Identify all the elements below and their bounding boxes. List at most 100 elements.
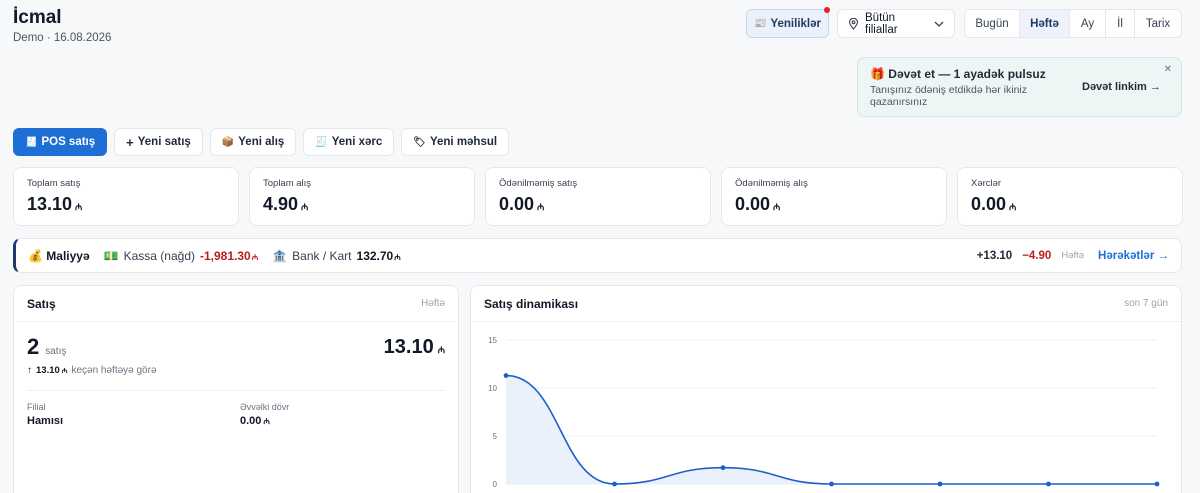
bank-value-number: 132.70 <box>356 248 394 263</box>
transactions-link[interactable]: Hərəkətlər → <box>1098 250 1169 262</box>
stat-value: 4.90 ₼ <box>263 194 461 215</box>
new-expense-button[interactable]: 🧾 Yeni xərc <box>303 128 395 156</box>
stat-total-sales[interactable]: Toplam satış 13.10 ₼ <box>13 167 239 226</box>
tab-today[interactable]: Bugün <box>965 10 1020 37</box>
currency-sign: ₼ <box>61 368 68 375</box>
stat-label: Ödənilməmiş satış <box>499 178 578 189</box>
tab-week[interactable]: Həftə <box>1020 10 1070 37</box>
branch-select-label: Bütün filiallar <box>865 11 898 36</box>
cash-value: -1,981.30₼ <box>200 249 258 263</box>
branch-select[interactable]: Bütün filiallar <box>837 9 955 38</box>
stat-value-number: 4.90 <box>263 194 299 214</box>
close-icon[interactable]: ✕ <box>1164 64 1172 75</box>
tab-month[interactable]: Ay <box>1070 10 1106 37</box>
sales-previous-period: Əvvəlki dövr 0.00 ₼ <box>240 402 289 427</box>
plus-icon: + <box>126 134 134 150</box>
period-tabs: Bugün Həftə Ay İl Tarix <box>964 9 1182 38</box>
receipt-icon: 🧾 <box>25 136 38 148</box>
news-button[interactable]: 📰 Yeniliklər <box>746 7 830 38</box>
stat-unpaid-purchases[interactable]: Ödənilməmiş alış 0.00 ₼ <box>721 167 947 226</box>
bank-icon: 🏦 <box>272 248 288 263</box>
branch-label: Filial <box>27 402 46 412</box>
page-header: İcmal Demo · 16.08.2026 <box>13 7 111 44</box>
stat-expenses[interactable]: Xərclər 0.00 ₼ <box>957 167 1183 226</box>
stat-value: 13.10 ₼ <box>27 194 225 215</box>
stat-value: 0.00 ₼ <box>499 194 697 215</box>
new-sale-label: Yeni satış <box>137 136 191 148</box>
invite-description: Tanışınız ödəniş etdikdə hər ikiniz qaza… <box>870 84 1028 108</box>
stat-unpaid-sales[interactable]: Ödənilməmiş satış 0.00 ₼ <box>485 167 711 226</box>
stat-value-number: 0.00 <box>971 194 1007 214</box>
cash-value-number: -1,981.30 <box>199 248 251 263</box>
tab-year[interactable]: İl <box>1106 10 1135 37</box>
comparison-value: 13.10 ₼ <box>36 365 67 376</box>
divider <box>27 390 445 391</box>
sales-panel-period: Həftə <box>421 298 445 309</box>
pos-sale-button[interactable]: 🧾 POS satış <box>13 128 108 156</box>
sales-count: 2 satış <box>27 334 66 360</box>
finance-title: 💰 Maliyyə <box>28 249 90 263</box>
sales-panel-title: Satış <box>27 296 56 311</box>
bank-value: 132.70₼ <box>357 249 401 263</box>
sales-dynamics-chart: 0 5 10 15 <box>488 336 1160 489</box>
previous-period-number: 0.00 <box>240 415 262 427</box>
cash-balance: 💵 Kassa (nağd) -1,981.30₼ <box>104 249 259 263</box>
new-product-label: Yeni məhsul <box>429 136 498 148</box>
series-line <box>505 374 1157 485</box>
bill-icon: 🧾 <box>315 136 328 148</box>
comparison-value-number: 13.10 <box>36 365 60 376</box>
new-expense-label: Yeni xərc <box>331 136 383 148</box>
new-sale-button[interactable]: + Yeni satış <box>114 128 203 156</box>
invite-title-text: Dəvət et — 1 ayadək pulsuz <box>888 67 1046 81</box>
stat-label: Toplam alış <box>263 178 312 189</box>
new-purchase-label: Yeni alış <box>238 136 285 148</box>
quick-actions: 🧾 POS satış + Yeni satış 📦 Yeni alış 🧾 Y… <box>13 128 510 156</box>
tag-icon: 🏷 <box>413 136 426 148</box>
sales-branch: Filial Hamısı <box>27 402 63 427</box>
currency-sign: ₼ <box>1009 202 1017 212</box>
sales-dynamics-panel: Satış dinamikası son 7 gün 0 5 10 15 <box>470 285 1182 493</box>
chart-title: Satış dinamikası <box>484 296 579 311</box>
bank-balance: 🏦 Bank / Kart 132.70₼ <box>272 249 401 263</box>
invite-banner: 🎁 Dəvət et — 1 ayadək pulsuz Tanışınız ö… <box>857 57 1182 117</box>
currency-sign: ₼ <box>251 252 259 262</box>
data-point <box>829 481 834 487</box>
pos-sale-label: POS satış <box>41 136 96 148</box>
newspaper-icon: 📰 <box>754 18 767 29</box>
cash-label: Kassa (nağd) <box>123 248 195 263</box>
stat-label: Ödənilməmiş alış <box>735 178 808 189</box>
cash-icon: 💵 <box>103 248 119 263</box>
new-purchase-button[interactable]: 📦 Yeni alış <box>209 128 297 156</box>
stat-value-number: 13.10 <box>27 194 73 214</box>
finance-summary: +13.10 −4.90 Həftə Hərəkətlər → <box>977 250 1169 262</box>
new-product-button[interactable]: 🏷 Yeni məhsul <box>401 128 510 156</box>
currency-sign: ₼ <box>263 417 270 426</box>
gift-icon: 🎁 <box>870 67 885 81</box>
notification-dot <box>824 7 830 13</box>
tab-date[interactable]: Tarix <box>1135 10 1181 37</box>
data-point <box>937 481 943 487</box>
stat-total-purchases[interactable]: Toplam alış 4.90 ₼ <box>249 167 475 226</box>
finance-outcome: −4.90 <box>1022 249 1052 262</box>
stat-label: Toplam satış <box>27 178 81 189</box>
invite-link[interactable]: Dəvət linkim → <box>1082 81 1161 93</box>
currency-sign: ₼ <box>75 202 83 212</box>
sales-total: 13.10 ₼ <box>384 336 445 359</box>
series-area <box>506 375 1157 484</box>
currency-sign: ₼ <box>437 345 445 355</box>
sales-dynamics-header: Satış dinamikası son 7 gün <box>471 286 1181 322</box>
stat-value: 0.00 ₼ <box>735 194 933 215</box>
finance-title-text: Maliyyə <box>46 248 90 263</box>
stat-cards: Toplam satış 13.10 ₼ Toplam alış 4.90 ₼ Öd… <box>13 167 1183 226</box>
previous-period-value: 0.00 ₼ <box>240 415 289 427</box>
comparison-label: keçən həftəyə görə <box>71 365 157 376</box>
currency-sign: ₼ <box>773 202 781 212</box>
bank-label: Bank / Kart <box>292 248 352 263</box>
sales-total-number: 13.10 <box>383 336 434 358</box>
stat-value-number: 0.00 <box>499 194 535 214</box>
finance-period: Həftə <box>1061 250 1085 261</box>
sales-count-unit: satış <box>45 346 67 357</box>
data-point <box>1046 481 1051 487</box>
y-tick-label: 0 <box>493 480 498 489</box>
page-title: İcmal <box>13 7 62 28</box>
